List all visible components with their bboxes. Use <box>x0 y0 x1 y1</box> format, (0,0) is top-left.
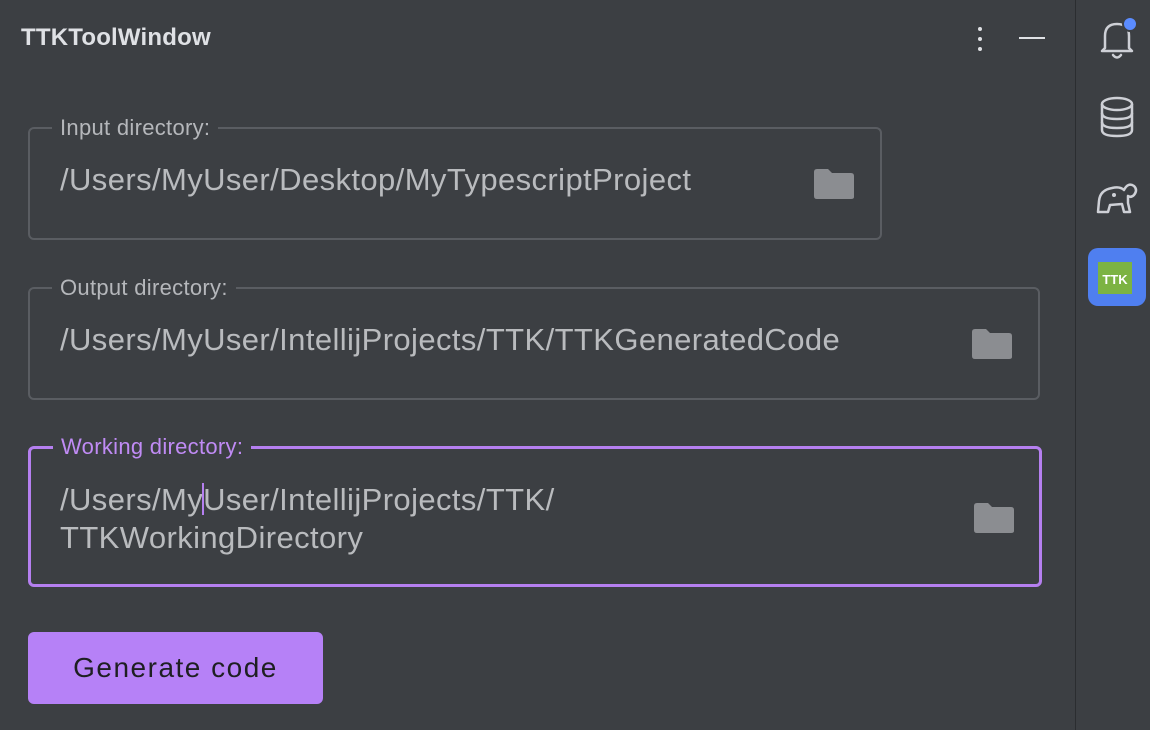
right-tool-stripe: TTK <box>1075 0 1150 730</box>
working-directory-line-1: /Users/MyUser/IntellijProjects/TTK/ <box>60 481 555 519</box>
notification-badge <box>1122 16 1138 32</box>
output-directory-label: Output directory: <box>60 275 228 300</box>
bell-icon <box>1100 16 1138 59</box>
gradle-button[interactable] <box>1088 168 1146 226</box>
tool-window-panel: TTKToolWindow Input directory: /Users/My… <box>0 0 1075 730</box>
output-directory-value[interactable]: /Users/MyUser/IntellijProjects/TTK/TTKGe… <box>60 321 840 359</box>
ttk-icon: TTK <box>1098 262 1132 294</box>
working-directory-line-2: TTKWorkingDirectory <box>60 520 364 555</box>
database-icon <box>1100 96 1134 138</box>
input-directory-label: Input directory: <box>60 115 211 140</box>
generate-code-button[interactable]: Generate code <box>28 632 323 704</box>
ttk-icon-text: TTK <box>1102 272 1128 287</box>
working-directory-label: Working directory: <box>61 434 244 459</box>
database-button[interactable] <box>1088 89 1146 147</box>
tool-window-title: TTKToolWindow <box>21 24 211 51</box>
more-vertical-icon-dot <box>978 47 982 51</box>
more-options-button[interactable] <box>968 24 992 54</box>
minimize-button[interactable] <box>1016 26 1048 50</box>
input-directory-value[interactable]: /Users/MyUser/Desktop/MyTypescriptProjec… <box>60 161 691 199</box>
notifications-button[interactable] <box>1088 10 1146 68</box>
ttk-tool-button[interactable]: TTK <box>1088 248 1146 306</box>
text-before-caret: /Users/My <box>60 482 204 517</box>
text-after-caret: User/IntellijProjects/TTK/ <box>203 482 555 517</box>
minimize-icon <box>1019 37 1045 39</box>
working-directory-value[interactable]: /Users/MyUser/IntellijProjects/TTK/ TTKW… <box>60 481 555 557</box>
input-browse-folder-icon[interactable] <box>813 168 855 200</box>
more-vertical-icon-dot <box>978 27 982 31</box>
output-browse-folder-icon[interactable] <box>971 328 1013 360</box>
working-browse-folder-icon[interactable] <box>973 502 1015 534</box>
more-vertical-icon-dot <box>978 37 982 41</box>
gradle-elephant-icon <box>1096 183 1138 214</box>
